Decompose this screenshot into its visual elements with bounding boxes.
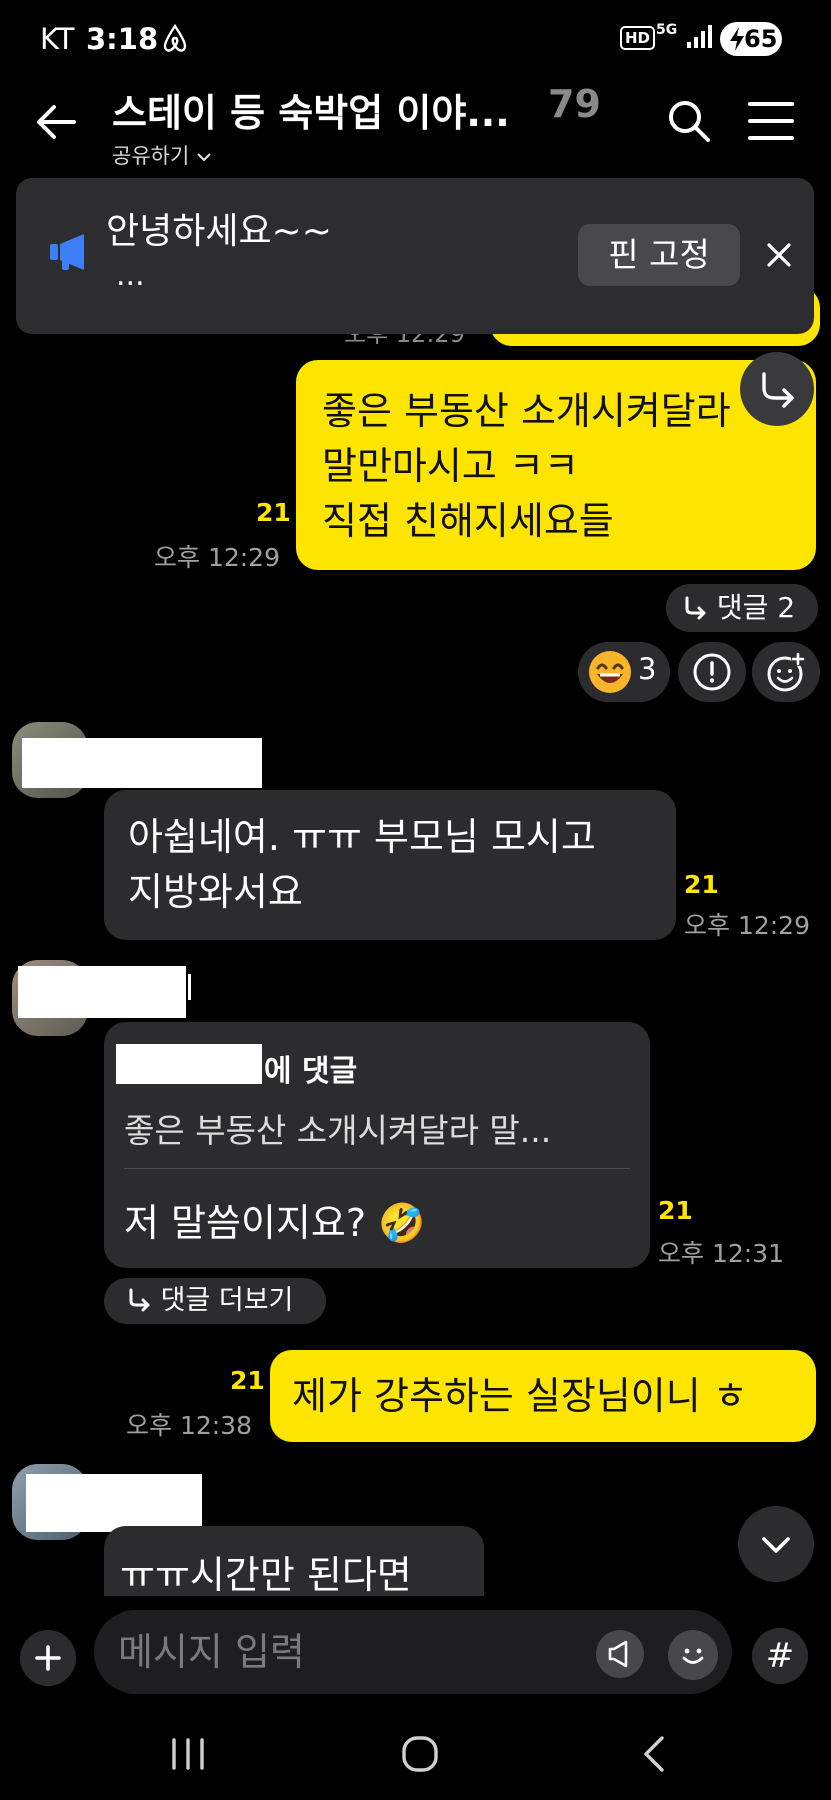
unread-count: 21 — [230, 1366, 265, 1395]
redacted-name — [26, 1474, 202, 1532]
back-arrow-icon[interactable] — [30, 96, 82, 148]
airbnb-notification-icon — [163, 24, 187, 52]
quote-header: 에 댓글 — [264, 1054, 358, 1089]
unread-count: 21 — [658, 1196, 693, 1225]
hd-voice-icon: HD — [620, 26, 656, 50]
other-message-bubble[interactable]: 아쉽네여. ㅠㅠ 부모님 모시고 지방와서요 — [104, 790, 676, 940]
redacted-name — [22, 738, 262, 788]
reply-count-label: 댓글 2 — [716, 591, 796, 624]
name-text-fragment — [188, 974, 191, 1000]
reply-count-chip[interactable]: 댓글 2 — [666, 584, 818, 632]
share-label: 공유하기 — [112, 144, 190, 168]
signal-icon — [687, 25, 712, 48]
plus-icon — [35, 1645, 61, 1671]
chevron-down-icon — [762, 1537, 790, 1553]
quote-divider — [124, 1168, 630, 1169]
chevron-down-icon — [197, 153, 211, 162]
notice-compose-button[interactable] — [596, 1630, 644, 1678]
menu-icon[interactable] — [746, 98, 796, 144]
reaction-chip[interactable]: 3 — [578, 642, 670, 702]
more-replies-chip[interactable]: 댓글 더보기 — [104, 1278, 326, 1324]
hashtag-button[interactable]: # — [752, 1628, 808, 1684]
pin-button[interactable]: 핀 고정 — [578, 224, 740, 286]
status-bar: KT 3:18 HD 5G 65 — [0, 0, 831, 80]
member-count: 79 — [548, 82, 601, 126]
message-line: 직접 친해지세요들 — [322, 499, 614, 543]
back-nav-icon[interactable] — [636, 1734, 672, 1774]
clock: 3:18 — [86, 22, 159, 56]
notice-ellipsis: ... — [116, 258, 145, 293]
message-text: 저 말씀이지요? 🤣 — [124, 1201, 426, 1245]
search-icon[interactable] — [664, 96, 714, 146]
reply-message-bubble[interactable]: 에 댓글 좋은 부동산 소개시켜달라 말... 저 말씀이지요? 🤣 — [104, 1022, 650, 1268]
megaphone-icon — [50, 234, 84, 270]
carrier-label: KT — [40, 22, 75, 56]
quoted-text[interactable]: 좋은 부동산 소개시켜달라 말... — [124, 1104, 551, 1152]
emoji-icon — [682, 1648, 704, 1664]
notice-text: 안녕하세요~~ — [106, 211, 332, 252]
unread-count: 21 — [256, 498, 291, 527]
forward-arrow-icon — [762, 372, 794, 408]
message-line: 지방와서요 — [128, 870, 303, 914]
home-icon[interactable] — [400, 1734, 440, 1774]
battery-level: 65 — [744, 25, 778, 53]
message-line: 말만마시고 ㅋㅋ — [322, 444, 579, 488]
exclamation-icon — [693, 653, 731, 691]
chat-room-title[interactable]: 스테이 등 숙박업 이야... — [112, 82, 510, 137]
charging-icon — [730, 27, 744, 51]
share-message-button[interactable] — [740, 352, 814, 426]
megaphone-icon — [608, 1640, 628, 1668]
message-time: 오후 12:29 — [154, 543, 280, 572]
reply-arrow-icon — [129, 1288, 150, 1312]
redacted-name — [18, 966, 186, 1018]
recent-apps-icon[interactable] — [168, 1736, 208, 1772]
add-reaction-button[interactable] — [752, 642, 820, 702]
other-message-bubble[interactable]: ㅠㅠ시간만 된다면 — [104, 1526, 484, 1596]
message-time: 오후 12:31 — [658, 1239, 784, 1268]
notice-banner[interactable]: 안녕하세요~~ ... 핀 고정 — [16, 178, 814, 334]
add-emoji-icon — [767, 652, 805, 692]
my-message-bubble[interactable]: 좋은 부동산 소개시켜달라 말만마시고 ㅋㅋ 직접 친해지세요들 — [296, 360, 816, 570]
my-message-bubble[interactable]: 제가 강추하는 실장님이니 ㅎ — [270, 1350, 816, 1442]
system-navigation-bar — [0, 1710, 831, 1800]
close-icon[interactable] — [758, 234, 800, 276]
message-time: 오후 12:38 — [126, 1411, 252, 1440]
unread-count: 21 — [684, 870, 719, 899]
grinning-emoji-icon — [589, 651, 631, 693]
redacted-quote-author — [116, 1044, 262, 1084]
share-dropdown[interactable]: 공유하기 — [112, 140, 212, 170]
attach-button[interactable] — [20, 1630, 76, 1686]
5g-icon: 5G — [656, 22, 678, 38]
more-replies-label: 댓글 더보기 — [160, 1285, 294, 1316]
message-time: 오후 12:29 — [684, 911, 810, 940]
reply-arrow-icon — [685, 596, 706, 620]
emoji-button[interactable] — [668, 1630, 718, 1680]
message-line: 아쉽네여. ㅠㅠ 부모님 모시고 — [128, 815, 596, 859]
scroll-to-bottom-button[interactable] — [738, 1506, 814, 1582]
report-button[interactable] — [678, 642, 746, 702]
reaction-count: 3 — [638, 652, 657, 686]
